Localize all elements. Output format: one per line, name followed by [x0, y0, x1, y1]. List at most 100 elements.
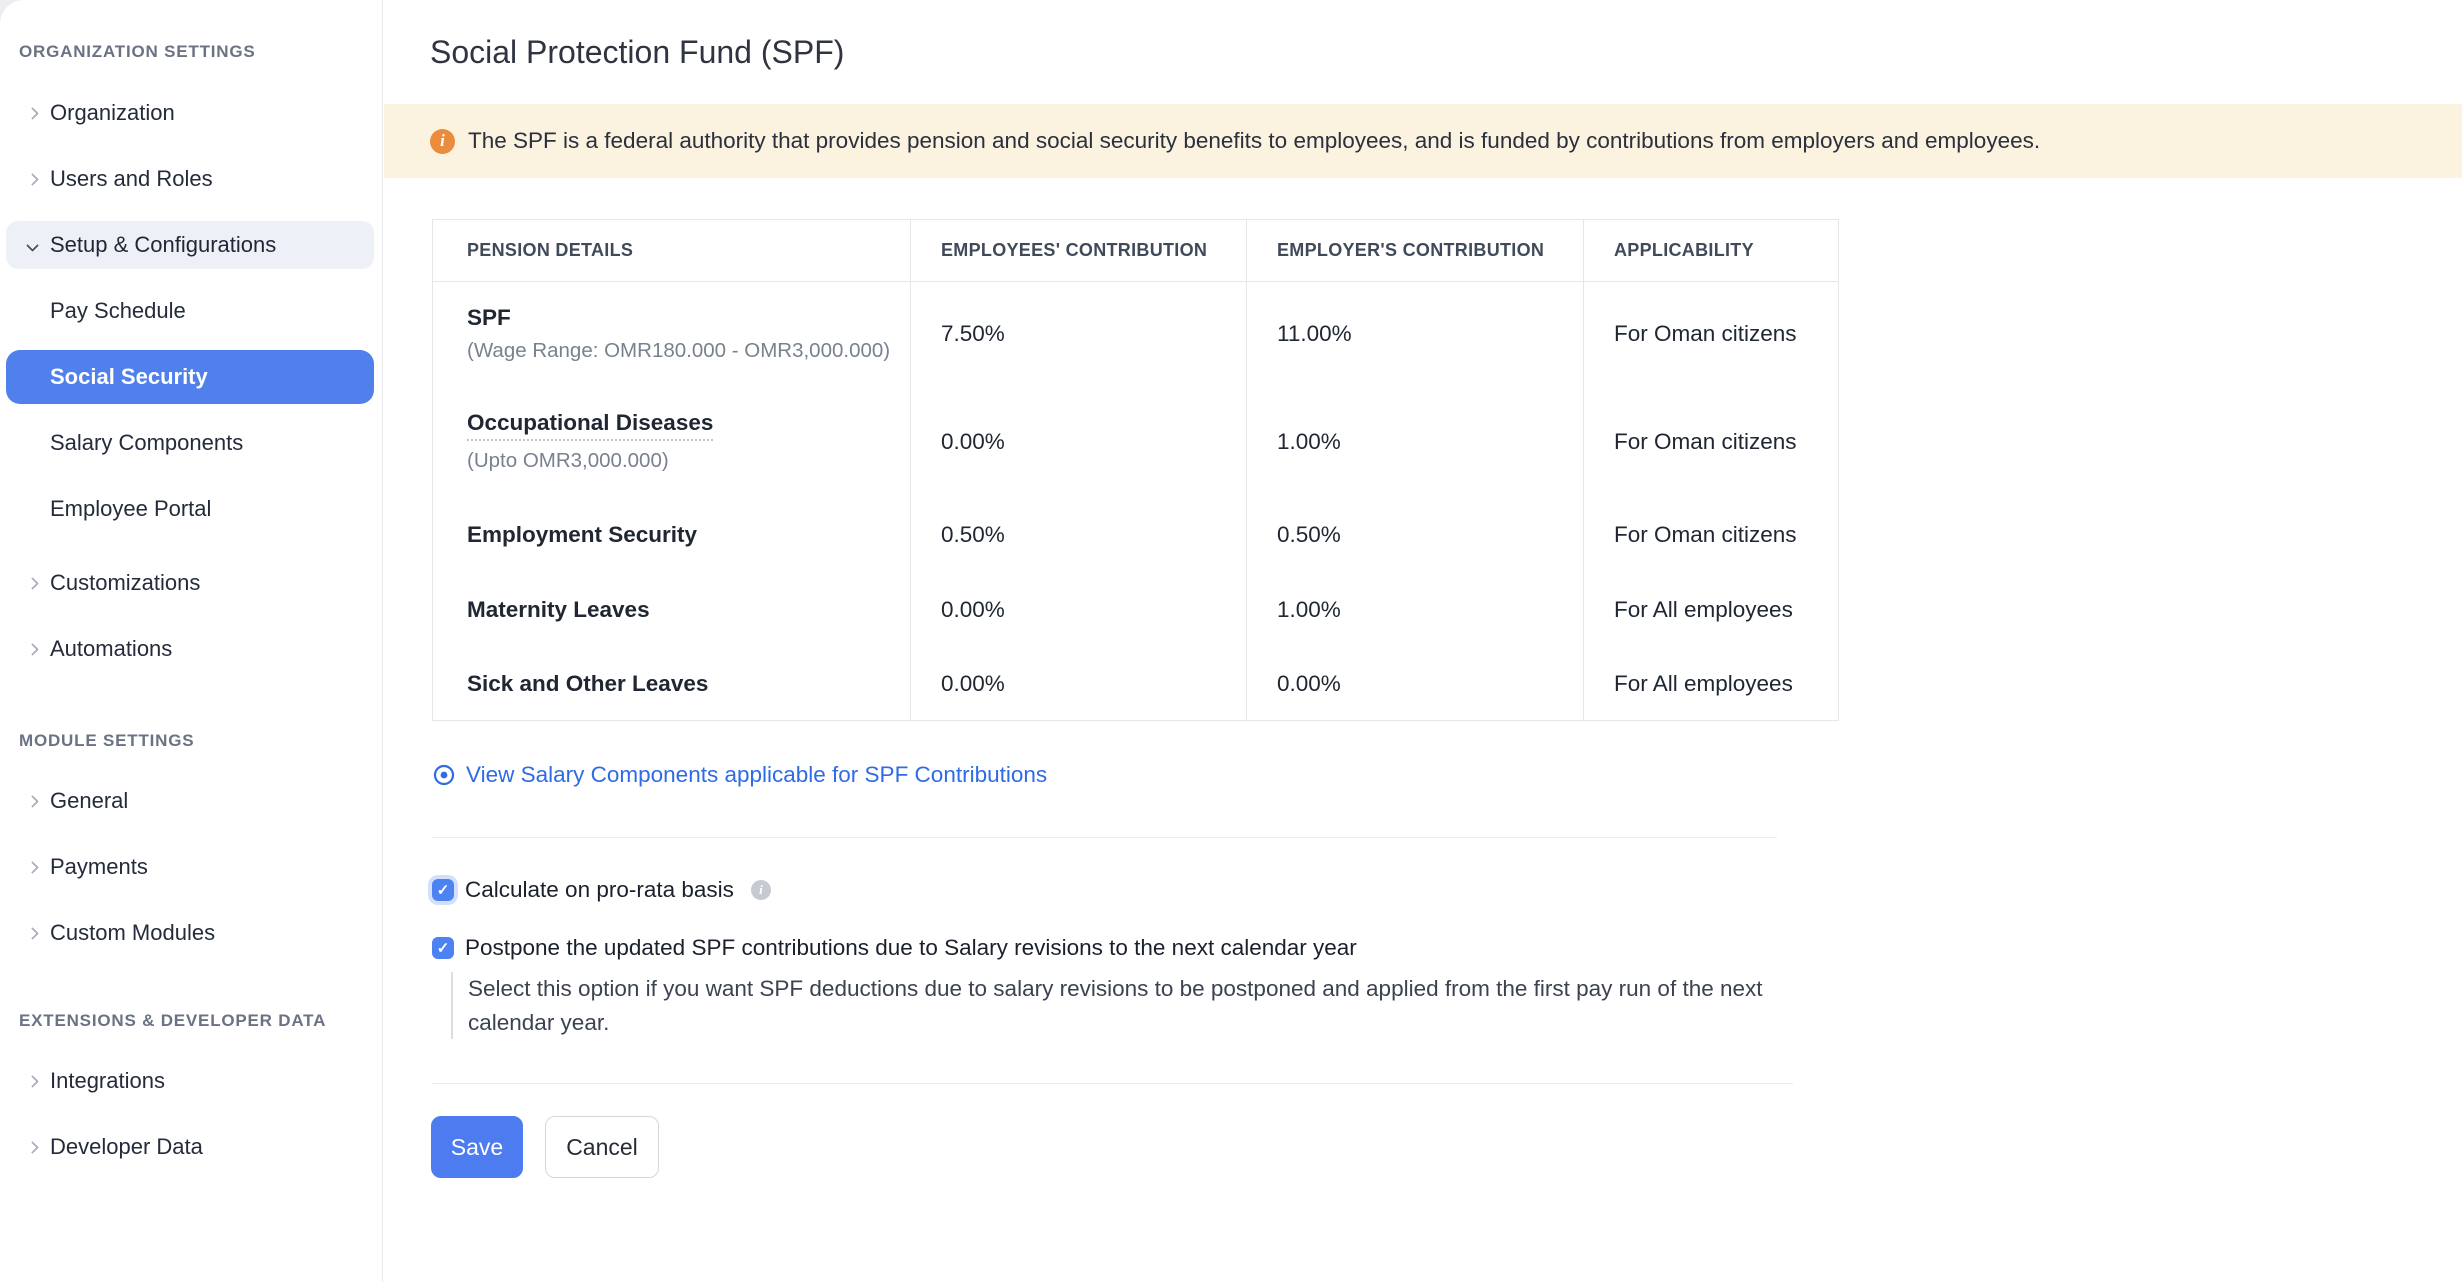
sidebar-item-label: Customizations — [50, 570, 200, 596]
sidebar-item-custom-modules[interactable]: Custom Modules — [0, 900, 383, 966]
prorata-checkbox[interactable]: ✓ — [432, 879, 454, 901]
sidebar-item-label: Organization — [50, 100, 175, 126]
section-label-module-settings: MODULE SETTINGS — [19, 731, 194, 751]
sidebar-item-label: Pay Schedule — [50, 298, 186, 324]
chevron-down-icon — [25, 238, 39, 252]
applicability-value: For All employees — [1584, 573, 1839, 648]
employee-contribution-value: 0.00% — [911, 573, 1247, 648]
employer-contribution-value: 1.00% — [1247, 386, 1584, 498]
sidebar-item-label: Integrations — [50, 1068, 165, 1094]
employer-contribution-value: 11.00% — [1247, 282, 1584, 386]
postpone-checkbox[interactable]: ✓ — [432, 937, 454, 959]
sidebar-item-organization[interactable]: Organization — [0, 80, 383, 146]
chevron-right-icon — [25, 860, 39, 874]
chevron-right-icon — [25, 642, 39, 656]
row-subtitle: (Upto OMR3,000.000) — [467, 449, 910, 473]
main-content: Social Protection Fund (SPF) i The SPF i… — [383, 0, 2462, 1282]
sidebar-item-label: Custom Modules — [50, 920, 215, 946]
row-title: Sick and Other Leaves — [467, 671, 708, 697]
sidebar-item-label: Users and Roles — [50, 166, 213, 192]
employee-contribution-value: 0.00% — [911, 386, 1247, 498]
prorata-option-row: ✓ Calculate on pro-rata basis i — [432, 868, 771, 912]
sidebar-item-social-security[interactable]: Social Security — [0, 344, 383, 410]
applicability-value: For All employees — [1584, 648, 1839, 721]
expanded-nav-pill[interactable]: Setup & Configurations — [6, 221, 374, 269]
sidebar-item-pay-schedule[interactable]: Pay Schedule — [0, 278, 383, 344]
chevron-right-icon — [25, 794, 39, 808]
postpone-option-row: ✓ Postpone the updated SPF contributions… — [432, 926, 1357, 970]
chevron-right-icon — [25, 172, 39, 186]
sidebar-item-label: Payments — [50, 854, 148, 880]
sidebar-item-label: Employee Portal — [50, 496, 211, 522]
row-title: Maternity Leaves — [467, 597, 650, 623]
sidebar-item-salary-components[interactable]: Salary Components — [0, 410, 383, 476]
sidebar-item-integrations[interactable]: Integrations — [0, 1048, 383, 1114]
table-row-occupational-diseases: Occupational Diseases (Upto OMR3,000.000… — [433, 386, 1839, 498]
page-title: Social Protection Fund (SPF) — [430, 34, 844, 71]
applicability-value: For Oman citizens — [1584, 386, 1839, 498]
column-header-pension-details: PENSION DETAILS — [433, 220, 911, 282]
employer-contribution-value: 1.00% — [1247, 573, 1584, 648]
postpone-label[interactable]: Postpone the updated SPF contributions d… — [465, 935, 1357, 961]
chevron-right-icon — [25, 1140, 39, 1154]
table-row-maternity-leaves: Maternity Leaves 0.00% 1.00% For All emp… — [433, 573, 1839, 648]
prorata-label[interactable]: Calculate on pro-rata basis — [465, 877, 734, 903]
sidebar-item-label: General — [50, 788, 128, 814]
sidebar-item-general[interactable]: General — [0, 768, 383, 834]
employee-contribution-value: 7.50% — [911, 282, 1247, 386]
chevron-right-icon — [25, 576, 39, 590]
chevron-right-icon — [25, 1074, 39, 1088]
chevron-right-icon — [25, 106, 39, 120]
info-icon: i — [430, 129, 455, 154]
sidebar-item-label: Setup & Configurations — [50, 232, 276, 258]
sidebar-item-label: Developer Data — [50, 1134, 203, 1160]
row-title: Employment Security — [467, 522, 697, 548]
employee-contribution-value: 0.50% — [911, 498, 1247, 573]
sidebar-item-users-and-roles[interactable]: Users and Roles — [0, 146, 383, 212]
table-row-spf: SPF (Wage Range: OMR180.000 - OMR3,000.0… — [433, 282, 1839, 386]
column-header-employers-contribution: EMPLOYER'S CONTRIBUTION — [1247, 220, 1584, 282]
view-salary-components-link[interactable]: View Salary Components applicable for SP… — [432, 762, 1047, 788]
settings-page: ORGANIZATION SETTINGS Organization Users… — [0, 0, 2462, 1282]
applicability-value: For Oman citizens — [1584, 498, 1839, 573]
footer-divider — [432, 1083, 1793, 1084]
window-corner — [0, 0, 44, 44]
check-icon: ✓ — [437, 941, 450, 956]
row-subtitle: (Wage Range: OMR180.000 - OMR3,000.000) — [467, 339, 910, 363]
sidebar-item-label: Social Security — [50, 364, 208, 390]
view-icon — [432, 763, 456, 787]
table-header-row: PENSION DETAILS EMPLOYEES' CONTRIBUTION … — [433, 220, 1839, 282]
pension-details-table: PENSION DETAILS EMPLOYEES' CONTRIBUTION … — [432, 219, 1839, 721]
sidebar-item-payments[interactable]: Payments — [0, 834, 383, 900]
section-divider — [432, 837, 1777, 838]
save-button[interactable]: Save — [431, 1116, 523, 1178]
table-row-employment-security: Employment Security 0.50% 0.50% For Oman… — [433, 498, 1839, 573]
sidebar-item-developer-data[interactable]: Developer Data — [0, 1114, 383, 1180]
view-salary-components-label: View Salary Components applicable for SP… — [466, 762, 1047, 788]
row-title-tooltip[interactable]: Occupational Diseases — [467, 410, 713, 441]
info-banner: i The SPF is a federal authority that pr… — [384, 104, 2462, 178]
info-icon[interactable]: i — [751, 880, 771, 900]
check-icon: ✓ — [437, 883, 450, 898]
table-row-sick-and-other-leaves: Sick and Other Leaves 0.00% 0.00% For Al… — [433, 648, 1839, 721]
employer-contribution-value: 0.00% — [1247, 648, 1584, 721]
sidebar-item-automations[interactable]: Automations — [0, 616, 383, 682]
info-banner-text: The SPF is a federal authority that prov… — [468, 128, 2040, 154]
section-label-organization-settings: ORGANIZATION SETTINGS — [19, 42, 256, 62]
chevron-right-icon — [25, 926, 39, 940]
column-header-applicability: APPLICABILITY — [1584, 220, 1839, 282]
sidebar-item-customizations[interactable]: Customizations — [0, 550, 383, 616]
employer-contribution-value: 0.50% — [1247, 498, 1584, 573]
selected-nav-pill[interactable]: Social Security — [6, 350, 374, 404]
section-label-extensions-developer-data: EXTENSIONS & DEVELOPER DATA — [19, 1011, 326, 1031]
employee-contribution-value: 0.00% — [911, 648, 1247, 721]
settings-sidebar: ORGANIZATION SETTINGS Organization Users… — [0, 0, 383, 1282]
sidebar-item-label: Salary Components — [50, 430, 243, 456]
cancel-button[interactable]: Cancel — [545, 1116, 659, 1178]
row-title: SPF — [467, 305, 511, 331]
applicability-value: For Oman citizens — [1584, 282, 1839, 386]
sidebar-item-setup-configurations[interactable]: Setup & Configurations — [0, 212, 383, 278]
sidebar-item-label: Automations — [50, 636, 172, 662]
column-header-employees-contribution: EMPLOYEES' CONTRIBUTION — [911, 220, 1247, 282]
sidebar-item-employee-portal[interactable]: Employee Portal — [0, 476, 383, 542]
